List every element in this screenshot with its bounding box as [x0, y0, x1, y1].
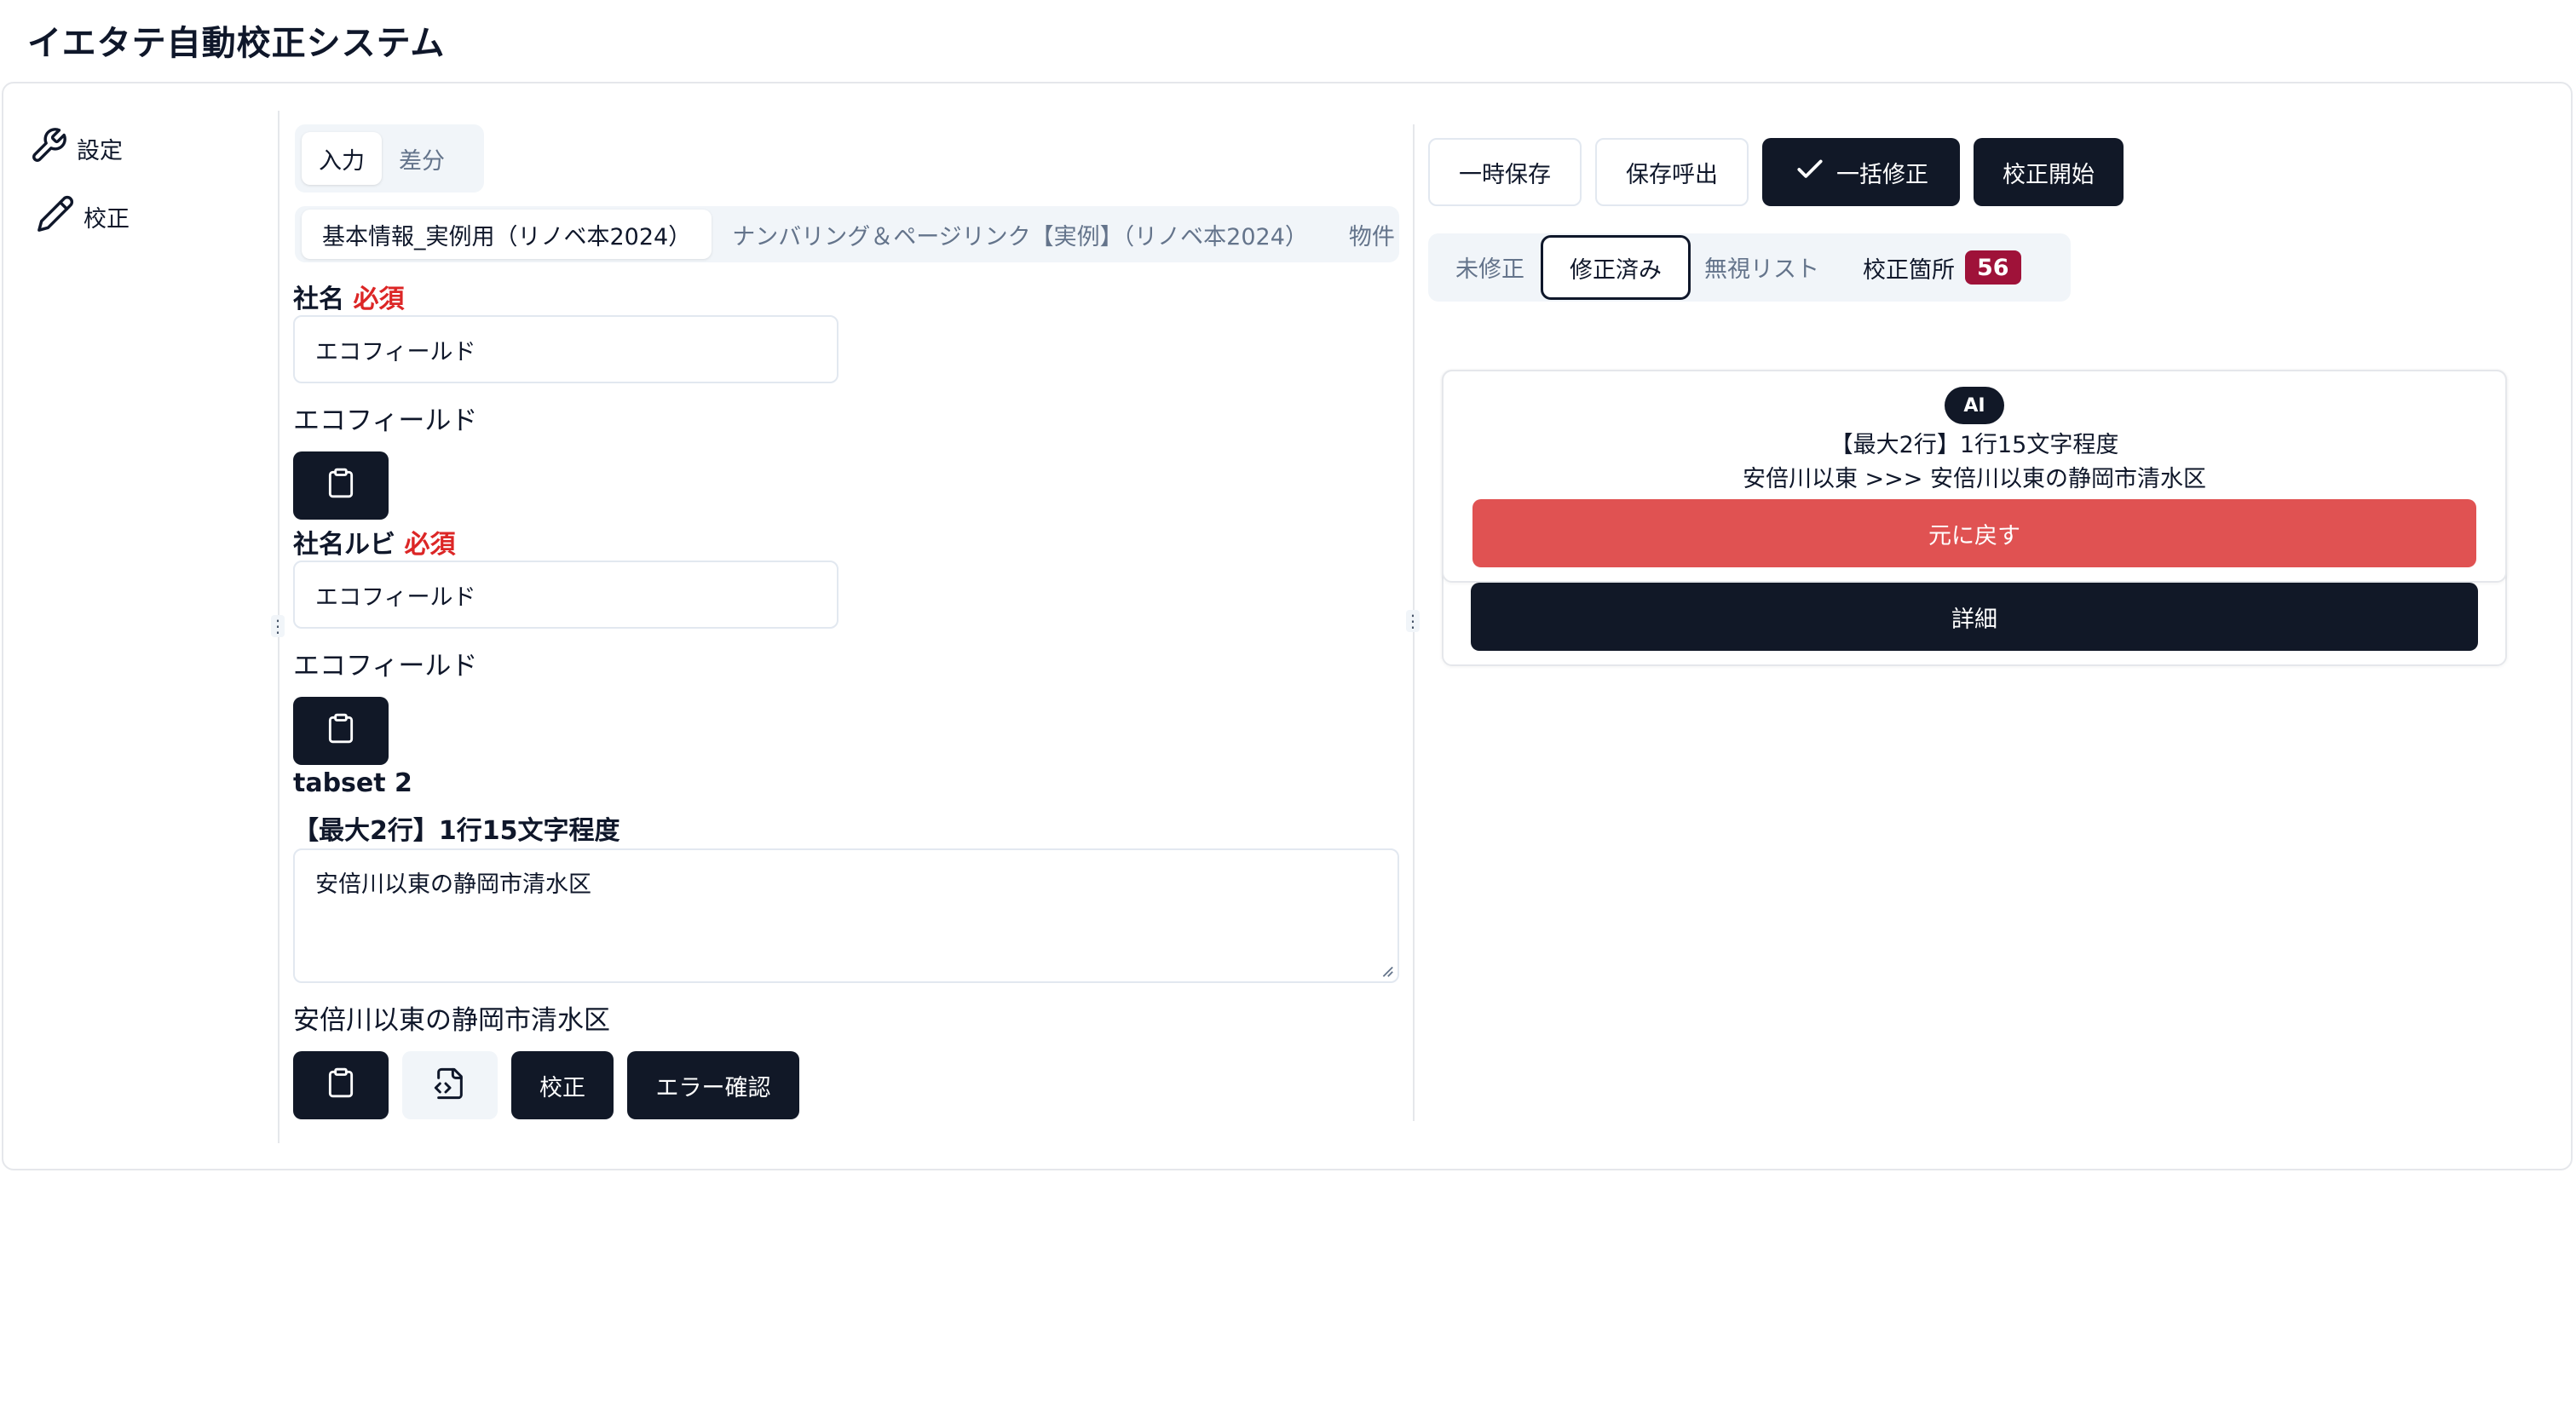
- mode-tabs: 入力 差分: [295, 124, 484, 193]
- tab-property[interactable]: 物件: [1328, 210, 1399, 259]
- company-ruby-preview: エコフィールド: [293, 651, 478, 681]
- company-name-input[interactable]: エコフィールド: [293, 315, 838, 383]
- required-badge: 必須: [404, 530, 456, 560]
- wrench-icon: [29, 126, 68, 171]
- count-badge: 56: [1965, 250, 2021, 285]
- company-ruby-label: 社名ルビ 必須: [293, 523, 455, 561]
- sidebar-item-label: 校正: [84, 206, 130, 233]
- tab-ignore-list[interactable]: 無視リスト: [1704, 250, 1819, 284]
- copy-button[interactable]: [293, 451, 389, 520]
- copy-button[interactable]: [293, 697, 389, 765]
- clipboard-icon: [325, 712, 357, 750]
- section-tabs: 基本情報_実例用（リノベ本2024） ナンバリング＆ページリンク【実例】（リノベ…: [295, 206, 1399, 262]
- company-ruby-input[interactable]: エコフィールド: [293, 561, 838, 629]
- pencil-icon: [36, 194, 75, 239]
- tab-locations-label: 校正箇所: [1863, 256, 1955, 284]
- check-icon: [1794, 153, 1826, 192]
- tab-fixed[interactable]: 修正済み: [1541, 235, 1691, 300]
- code-file-button[interactable]: [402, 1051, 498, 1119]
- bulk-fix-button[interactable]: 一括修正: [1762, 138, 1960, 206]
- resize-handle-icon[interactable]: [1379, 963, 1394, 978]
- sidebar-item-label: 設定: [77, 138, 123, 164]
- area-preview: 安倍川以東の静岡市清水区: [293, 1005, 610, 1036]
- tab-unfixed[interactable]: 未修正: [1455, 250, 1524, 284]
- company-name-preview: エコフィールド: [293, 405, 478, 436]
- clipboard-icon: [325, 1067, 357, 1105]
- load-saved-button[interactable]: 保存呼出: [1595, 138, 1749, 206]
- app-title: イエタテ自動校正システム: [27, 24, 446, 63]
- error-check-button[interactable]: エラー確認: [627, 1051, 799, 1119]
- area-textarea[interactable]: 安倍川以東の静岡市清水区: [293, 848, 1399, 983]
- company-label-text: 社名: [293, 285, 344, 314]
- copy-button[interactable]: [293, 1051, 389, 1119]
- resize-grip-icon[interactable]: ⋮: [269, 615, 286, 637]
- resize-grip-icon[interactable]: ⋮: [1404, 610, 1421, 632]
- bulk-fix-label: 一括修正: [1836, 161, 1928, 188]
- detail-button[interactable]: 詳細: [1471, 583, 2478, 651]
- area-textarea-value: 安倍川以東の静岡市清水区: [315, 871, 591, 898]
- file-code-icon: [433, 1067, 467, 1104]
- sidebar-item-proofread[interactable]: 校正: [36, 194, 130, 239]
- sidebar-item-settings[interactable]: 設定: [29, 126, 123, 171]
- proofread-button[interactable]: 校正: [511, 1051, 614, 1119]
- result-change: 安倍川以東 >>> 安倍川以東の静岡市清水区: [1742, 466, 2207, 492]
- tab-input[interactable]: 入力: [302, 132, 382, 185]
- start-proofread-button[interactable]: 校正開始: [1974, 138, 2124, 206]
- tab-basic-info[interactable]: 基本情報_実例用（リノベ本2024）: [302, 210, 712, 259]
- ai-badge: AI: [1945, 387, 2004, 424]
- company-ruby-label-text: 社名ルビ: [293, 530, 395, 560]
- revert-button[interactable]: 元に戻す: [1472, 499, 2476, 567]
- result-field-name: 【最大2行】1行15文字程度: [1830, 432, 2119, 458]
- company-label: 社名 必須: [293, 278, 404, 315]
- tab-numbering[interactable]: ナンバリング＆ページリンク【実例】（リノベ本2024）: [712, 210, 1328, 259]
- required-badge: 必須: [353, 285, 405, 314]
- tab-locations[interactable]: 校正箇所 56: [1863, 250, 2021, 285]
- clipboard-icon: [325, 467, 357, 505]
- tab-diff[interactable]: 差分: [382, 132, 462, 185]
- field-label: 【最大2行】1行15文字程度: [293, 816, 620, 846]
- tabset-title: tabset 2: [293, 768, 412, 798]
- temp-save-button[interactable]: 一時保存: [1428, 138, 1582, 206]
